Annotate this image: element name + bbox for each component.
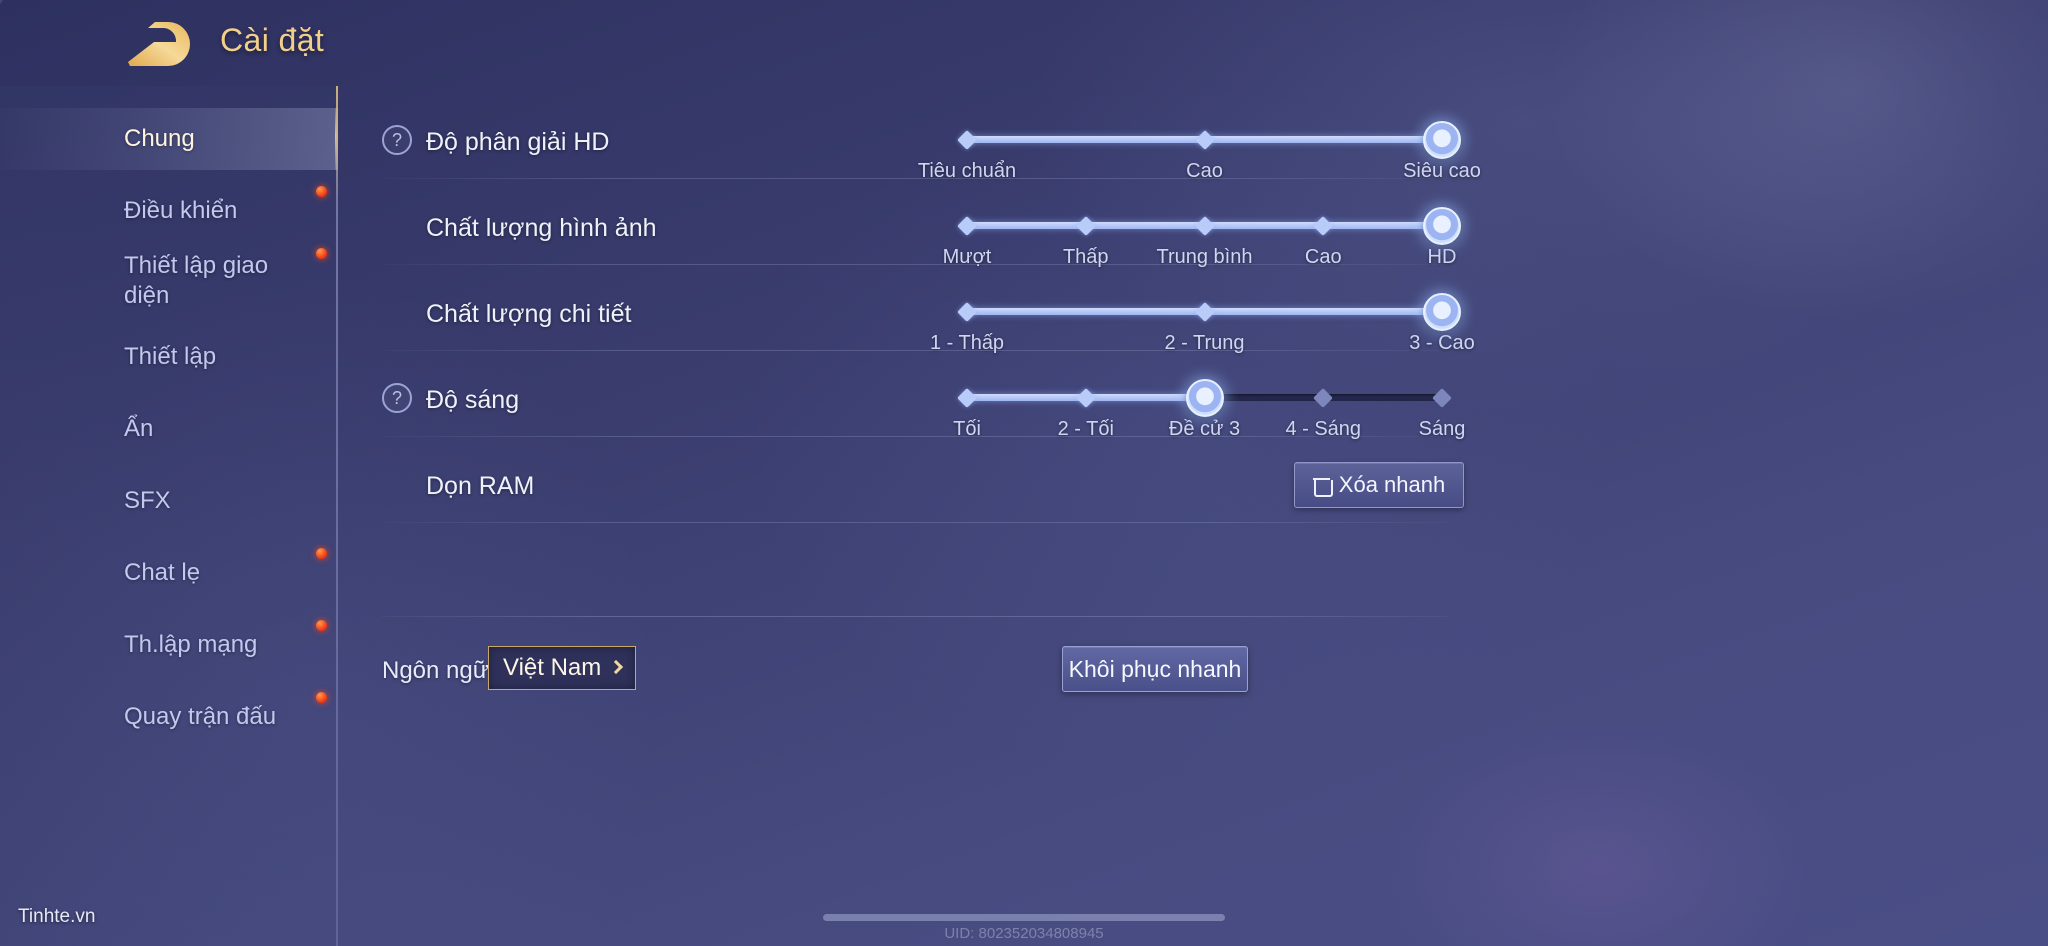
slider-tick[interactable] bbox=[957, 215, 977, 236]
slider-tick-label: Thấp bbox=[1062, 246, 1109, 268]
sidebar-item-label: Th.lập mạng bbox=[124, 631, 258, 658]
sidebar-item-badge-dot bbox=[316, 248, 327, 259]
slider-tick[interactable] bbox=[1313, 387, 1334, 408]
sidebar-item-label: Chung bbox=[124, 125, 195, 152]
setting-row-label: Độ sáng bbox=[426, 386, 520, 414]
chevron-right-icon bbox=[609, 659, 624, 675]
sidebar-item-badge-dot bbox=[316, 692, 327, 703]
uid-text: UID: 802352034808945 bbox=[944, 925, 1104, 942]
row-separator bbox=[382, 522, 1448, 523]
slider-tick[interactable] bbox=[1194, 215, 1215, 236]
setting-row-label: Chất lượng hình ảnh bbox=[426, 214, 657, 242]
slider-tick-label: 2 - Trung bbox=[1164, 332, 1245, 354]
help-icon[interactable]: ? bbox=[382, 383, 412, 413]
page-title: Cài đặt bbox=[220, 22, 325, 58]
sidebar-item-6[interactable]: SFX bbox=[0, 470, 338, 532]
slider-tick[interactable] bbox=[1313, 215, 1334, 236]
language-label: Ngôn ngữ bbox=[382, 657, 489, 684]
setting-slider[interactable]: Tiêu chuẩn Cao Siêu cao bbox=[918, 121, 1481, 182]
sidebar-item-7[interactable]: Chat lẹ bbox=[0, 542, 338, 604]
setting-slider[interactable]: Mượt Thấp Trung bình Cao HD bbox=[943, 207, 1461, 268]
slider-tick[interactable] bbox=[1432, 387, 1452, 408]
slider-thumb[interactable] bbox=[1423, 293, 1461, 331]
sidebar-item-badge-dot bbox=[316, 620, 327, 631]
sidebar-item-label: Ẩn bbox=[124, 415, 154, 442]
row-separator bbox=[382, 264, 1448, 265]
setting-row: ? Độ sáng Tối 2 - Tối Đề cử 3 4 - Sáng Sáng bbox=[382, 366, 1465, 440]
slider-tick[interactable] bbox=[957, 301, 977, 322]
bottom-separator bbox=[382, 616, 1448, 617]
row-separator bbox=[382, 178, 1448, 179]
help-icon[interactable]: ? bbox=[382, 125, 412, 155]
slider-tick-label: Tối bbox=[953, 418, 981, 440]
row-separator bbox=[382, 350, 1448, 351]
slider-tick-label: Trung bình bbox=[1156, 246, 1253, 268]
slider-tick[interactable] bbox=[957, 129, 977, 150]
slider-thumb[interactable] bbox=[1423, 207, 1461, 245]
slider-tick[interactable] bbox=[1194, 129, 1215, 150]
trash-icon bbox=[1312, 476, 1333, 497]
slider-tick-label: 2 - Tối bbox=[1057, 418, 1114, 440]
setting-row: Dọn RAM Xóa nhanh bbox=[382, 452, 1464, 522]
slider-tick-label: Đề cử 3 bbox=[1168, 418, 1241, 440]
slider-tick-label: Siêu cao bbox=[1403, 160, 1481, 182]
home-indicator bbox=[823, 914, 1225, 921]
language-select[interactable]: Việt Nam bbox=[488, 646, 637, 690]
setting-row-label: Dọn RAM bbox=[426, 472, 535, 500]
row-separator bbox=[382, 436, 1448, 437]
sidebar-item-label: Quay trận đấu bbox=[124, 703, 277, 730]
restore-defaults-button[interactable]: Khôi phục nhanh bbox=[1062, 646, 1248, 692]
sidebar-item-1[interactable]: Chung bbox=[0, 108, 338, 170]
sidebar-item-label: Thiết lập bbox=[124, 343, 217, 370]
sidebar-item-label: SFX bbox=[124, 487, 171, 514]
slider-thumb[interactable] bbox=[1423, 121, 1461, 159]
sidebar-item-badge-dot bbox=[316, 548, 327, 559]
setting-row: Chất lượng hình ảnh Mượt Thấp Trung bình Cao… bbox=[382, 194, 1461, 268]
slider-tick-label: 4 - Sáng bbox=[1285, 418, 1362, 440]
sidebar-item-2[interactable]: Điều khiển bbox=[0, 180, 338, 242]
slider-tick-label: HD bbox=[1427, 246, 1457, 268]
slider-tick-label: Cao bbox=[1304, 246, 1342, 268]
sidebar-item-label: Chat lẹ bbox=[124, 559, 201, 586]
setting-row-label: Chất lượng chi tiết bbox=[426, 300, 632, 328]
slider-thumb[interactable] bbox=[1185, 379, 1224, 417]
sidebar-item-label: Thiết lập giao diện bbox=[124, 252, 269, 309]
clear-ram-button[interactable]: Xóa nhanh bbox=[1294, 462, 1464, 508]
sidebar-item-8[interactable]: Th.lập mạng bbox=[0, 614, 338, 676]
slider-tick-label: Tiêu chuẩn bbox=[917, 160, 1017, 182]
sidebar-item-3[interactable]: Thiết lập giao diện bbox=[0, 242, 338, 320]
slider-tick[interactable] bbox=[1075, 387, 1096, 408]
slider-tick[interactable] bbox=[1194, 301, 1215, 322]
slider-tick[interactable] bbox=[1075, 215, 1096, 236]
restore-defaults-button-label: Khôi phục nhanh bbox=[1068, 655, 1242, 682]
clear-ram-button-label: Xóa nhanh bbox=[1338, 472, 1446, 497]
setting-slider[interactable]: Tối 2 - Tối Đề cử 3 4 - Sáng Sáng bbox=[953, 379, 1465, 440]
setting-slider[interactable]: 1 - Thấp 2 - Trung 3 - Cao bbox=[930, 293, 1475, 354]
game-logo-icon bbox=[128, 22, 190, 66]
setting-row-label: Độ phân giải HD bbox=[426, 128, 610, 156]
language-select-value: Việt Nam bbox=[503, 654, 602, 681]
slider-tick-label: Cao bbox=[1186, 160, 1223, 182]
settings-content: ? Độ phân giải HD Tiêu chuẩn Cao Siêu cao Chấ… bbox=[338, 86, 2048, 946]
sidebar-item-badge-dot bbox=[316, 186, 327, 197]
setting-row: ? Độ phân giải HD Tiêu chuẩn Cao Siêu cao bbox=[382, 108, 1481, 182]
sidebar-nav: Chung Điều khiển Thiết lập giao diện Thiết … bbox=[0, 86, 338, 946]
setting-row: Chất lượng chi tiết 1 - Thấp 2 - Trung 3 - … bbox=[382, 280, 1475, 354]
slider-tick-label: Mượt bbox=[942, 246, 992, 268]
slider-tick-label: 3 - Cao bbox=[1409, 332, 1475, 354]
slider-tick[interactable] bbox=[957, 387, 977, 408]
slider-tick-label: 1 - Thấp bbox=[929, 332, 1005, 354]
watermark: Tinhte.vn bbox=[18, 906, 96, 927]
sidebar-item-5[interactable]: Ẩn bbox=[0, 398, 338, 460]
slider-tick-label: Sáng bbox=[1418, 418, 1466, 440]
header-bar: Cài đặt bbox=[0, 0, 2048, 86]
sidebar-item-9[interactable]: Quay trận đấu bbox=[0, 686, 338, 748]
sidebar-item-4[interactable]: Thiết lập bbox=[0, 326, 338, 388]
sidebar-item-label: Điều khiển bbox=[124, 197, 238, 224]
